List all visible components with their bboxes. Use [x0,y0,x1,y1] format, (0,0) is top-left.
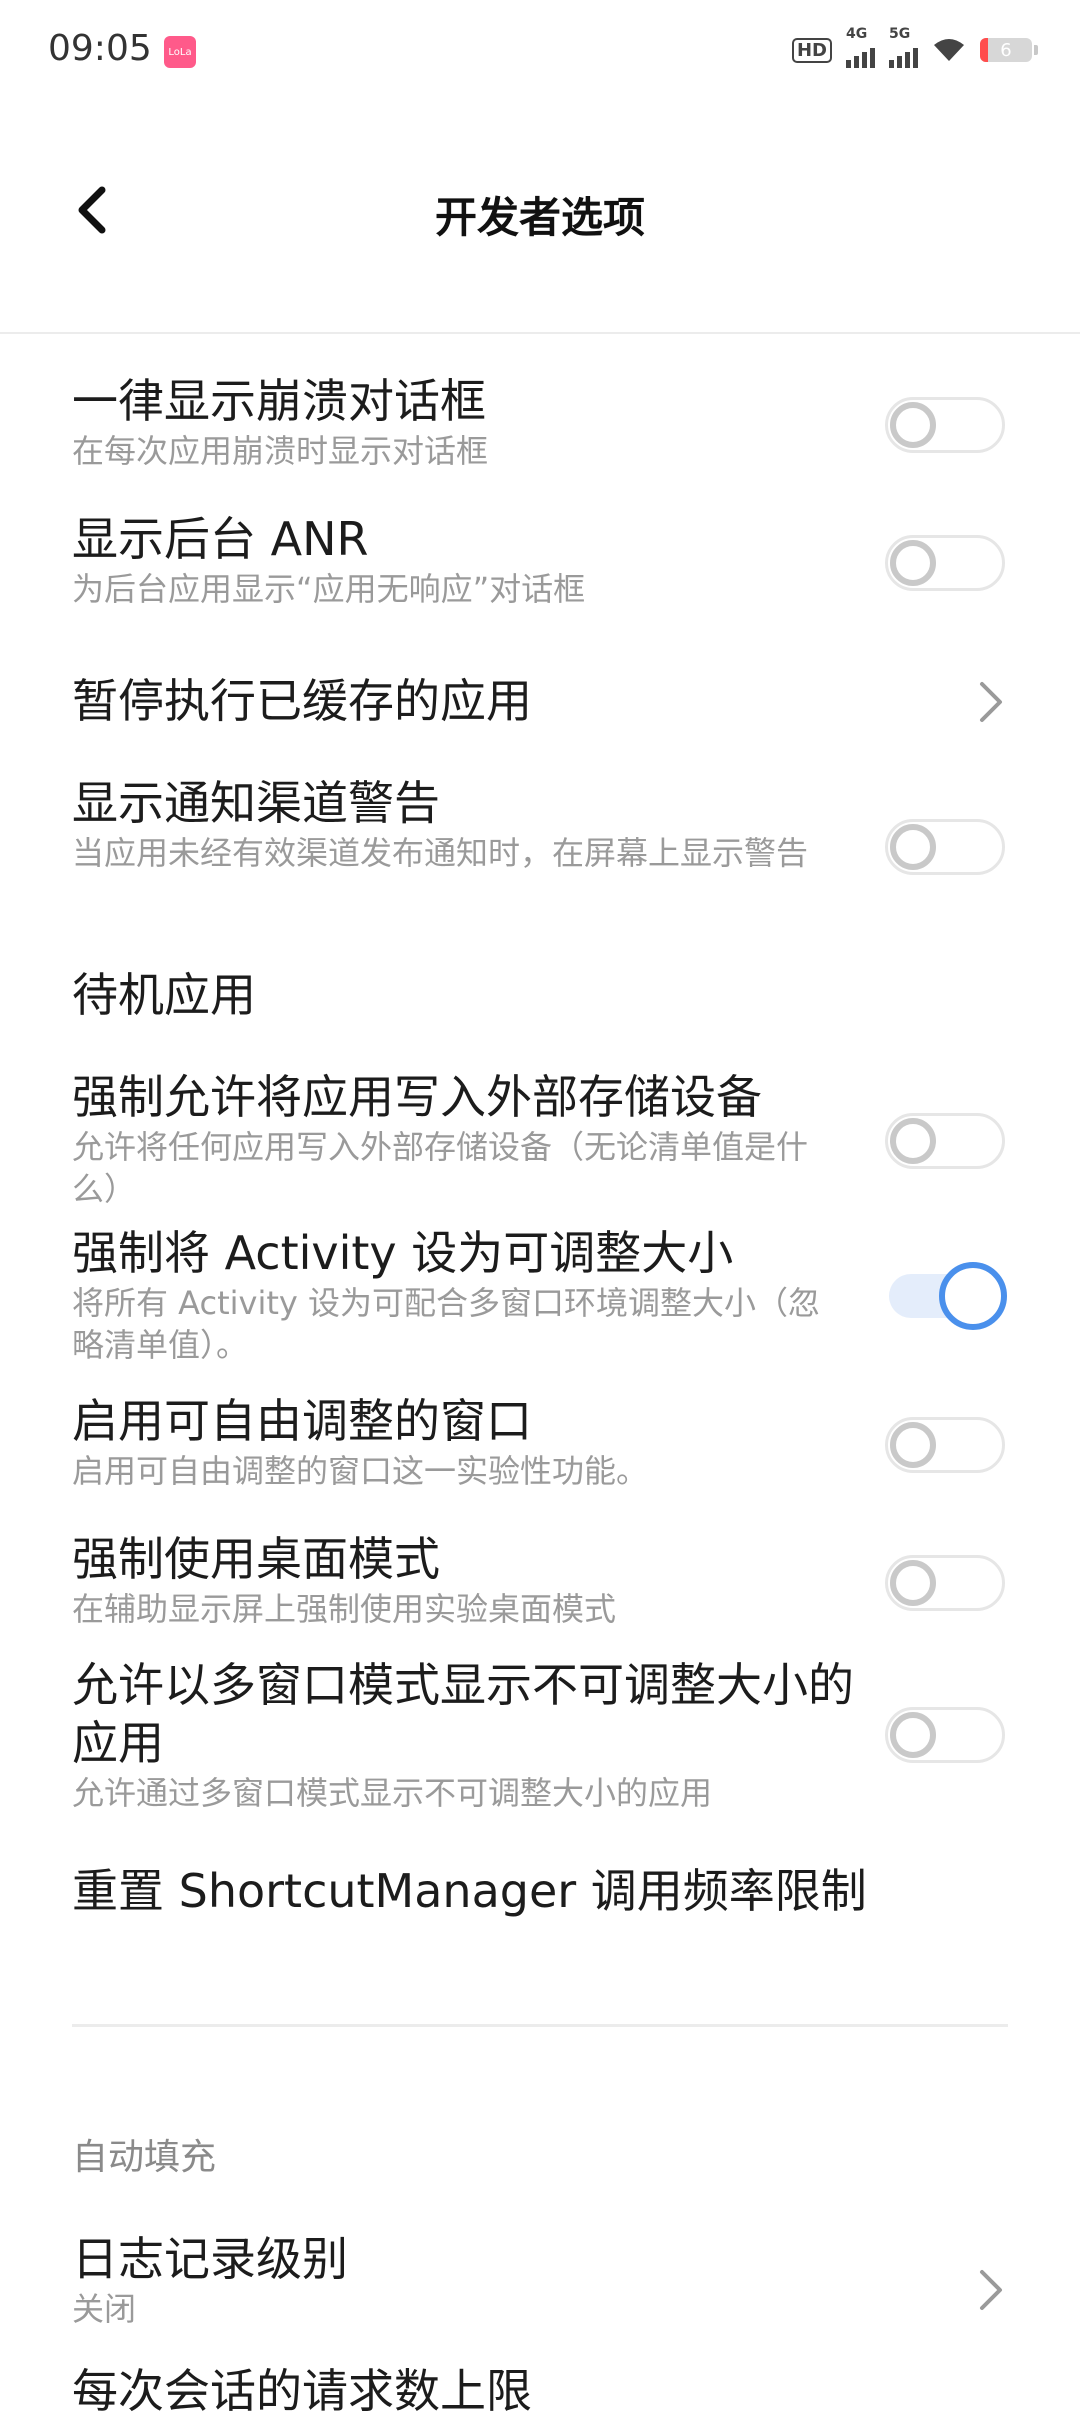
toggle-knob [890,1560,936,1606]
app-header: 开发者选项 [0,100,1080,334]
wifi-icon [934,39,964,61]
hd-icon: HD [791,37,832,63]
setting-title: 强制允许将应用写入外部存储设备 [72,1070,762,1124]
setting-subtitle: 在辅助显示屏上强制使用实验桌面模式 [72,1590,617,1628]
toggle-knob [890,402,936,448]
chevron-right-icon [980,682,1002,722]
setting-title: 暂停执行已缓存的应用 [72,674,532,728]
setting-row-force-desktop-mode[interactable]: 强制使用桌面模式 在辅助显示屏上强制使用实验桌面模式 [72,1530,1008,1630]
toggle-knob [890,824,936,870]
setting-row-non-resizable-multiwindow[interactable]: 允许以多窗口模式显示不可调整大小的应用 允许通过多窗口模式显示不可调整大小的应用 [72,1656,1008,1814]
toggle-knob [890,540,936,586]
setting-title: 启用可自由调整的窗口 [72,1394,532,1448]
setting-subtitle: 在每次应用崩溃时显示对话框 [72,432,489,470]
toggle-switch[interactable] [885,535,1005,591]
setting-row-max-requests-per-session[interactable]: 每次会话的请求数上限 [72,2362,1008,2420]
section-header-autofill: 自动填充 [72,2137,217,2178]
setting-title: 允许以多窗口模式显示不可调整大小的应用 [72,1658,854,1770]
toggle-switch[interactable] [885,1113,1005,1169]
setting-row-force-resizable-activities[interactable]: 强制将 Activity 设为可调整大小 将所有 Activity 设为可配合多… [72,1224,1008,1366]
setting-row-show-crash-dialog[interactable]: 一律显示崩溃对话框 在每次应用崩溃时显示对话框 [72,372,1008,472]
setting-title: 日志记录级别 [72,2232,348,2286]
setting-row-force-external-storage[interactable]: 强制允许将应用写入外部存储设备 允许将任何应用写入外部存储设备（无论清单值是什么… [72,1068,1008,1210]
setting-title: 待机应用 [72,968,256,1022]
setting-row-standby-apps[interactable]: 待机应用 [72,966,1008,1024]
app-notification-icon: LoLa [164,36,196,68]
setting-row-freeform-windows[interactable]: 启用可自由调整的窗口 启用可自由调整的窗口这一实验性功能。 [72,1392,1008,1492]
toggle-knob [890,1118,936,1164]
setting-title: 强制将 Activity 设为可调整大小 [72,1226,734,1280]
toggle-knob [939,1262,1007,1330]
toggle-switch[interactable] [885,1707,1005,1763]
setting-subtitle: 启用可自由调整的窗口这一实验性功能。 [72,1452,649,1490]
toggle-knob [890,1712,936,1758]
status-icons: HD 4G 5G 6 [791,26,1038,70]
setting-subtitle: 关闭 [72,2290,137,2328]
battery-icon: 6 [980,38,1038,62]
setting-row-logging-level[interactable]: 日志记录级别 关闭 [72,2230,1008,2330]
page-title: 开发者选项 [434,193,645,242]
signal-4g-label: 4G [846,26,868,42]
setting-title: 强制使用桌面模式 [72,1532,440,1586]
setting-subtitle: 允许将任何应用写入外部存储设备（无论清单值是什么） [72,1128,809,1208]
status-bar: 09:05 LoLa HD 4G 5G 6 [0,0,1080,100]
setting-title: 重置 ShortcutManager 调用频率限制 [72,1864,867,1918]
signal-5g-label: 5G [889,26,911,42]
toggle-knob [890,1422,936,1468]
setting-subtitle: 允许通过多窗口模式显示不可调整大小的应用 [72,1774,713,1812]
chevron-right-icon [980,2270,1002,2310]
setting-row-reset-shortcutmanager[interactable]: 重置 ShortcutManager 调用频率限制 [72,1862,1008,1920]
setting-title: 显示通知渠道警告 [72,776,440,830]
toggle-switch[interactable] [885,397,1005,453]
setting-subtitle: 将所有 Activity 设为可配合多窗口环境调整大小（忽略清单值）。 [72,1284,821,1364]
section-divider [72,2024,1008,2027]
setting-title: 显示后台 ANR [72,512,369,566]
setting-title: 每次会话的请求数上限 [72,2364,532,2418]
setting-subtitle: 为后台应用显示“应用无响应”对话框 [72,570,586,608]
toggle-switch[interactable] [889,1262,1007,1330]
toggle-switch[interactable] [885,1555,1005,1611]
toggle-switch[interactable] [885,1417,1005,1473]
signal-5g-icon: 5G [889,26,918,68]
status-time: 09:05 [48,28,152,69]
signal-4g-icon: 4G [846,26,875,68]
setting-row-show-background-anr[interactable]: 显示后台 ANR 为后台应用显示“应用无响应”对话框 [72,510,1008,610]
setting-row-suspend-cached-apps[interactable]: 暂停执行已缓存的应用 [72,672,1008,730]
setting-row-notification-channel-warnings[interactable]: 显示通知渠道警告 当应用未经有效渠道发布通知时，在屏幕上显示警告 [72,774,1008,875]
setting-subtitle: 当应用未经有效渠道发布通知时，在屏幕上显示警告 [72,834,809,872]
battery-level: 6 [1000,39,1012,61]
setting-title: 一律显示崩溃对话框 [72,374,486,428]
toggle-switch[interactable] [885,819,1005,875]
